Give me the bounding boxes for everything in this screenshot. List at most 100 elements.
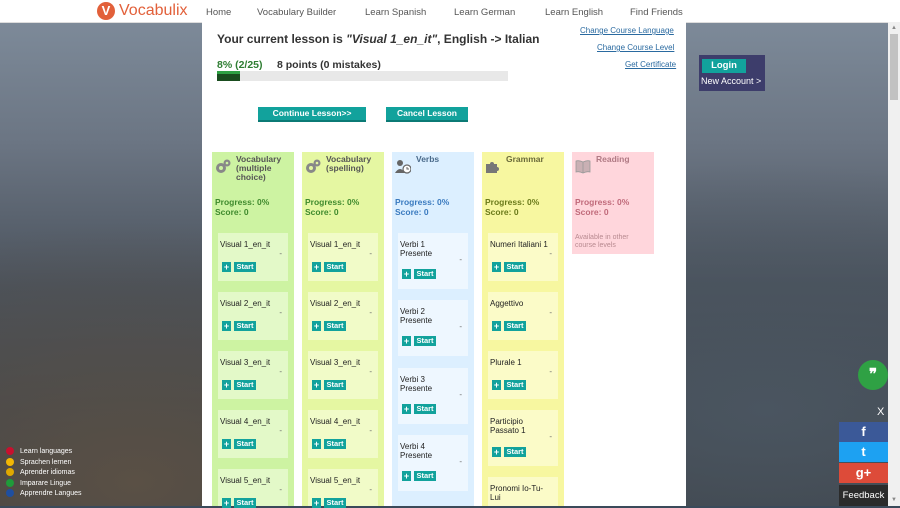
lesson-card[interactable]: Visual 1_en_it - + Start: [308, 233, 378, 281]
nav-find-friends[interactable]: Find Friends: [630, 0, 683, 22]
add-icon[interactable]: +: [222, 380, 231, 390]
add-icon[interactable]: +: [222, 262, 231, 272]
lesson-card[interactable]: Visual 4_en_it - + Start: [308, 410, 378, 458]
scroll-up-arrow-icon[interactable]: ▲: [888, 22, 900, 34]
add-icon[interactable]: +: [312, 380, 321, 390]
facebook-icon[interactable]: f: [839, 422, 888, 442]
start-button[interactable]: Start: [504, 447, 526, 457]
points-text: 8 points (0 mistakes): [277, 59, 381, 71]
add-icon[interactable]: +: [312, 498, 321, 508]
start-button[interactable]: Start: [234, 439, 256, 449]
twitter-icon[interactable]: t: [839, 442, 888, 462]
start-button[interactable]: Start: [504, 380, 526, 390]
new-account-link[interactable]: New Account >: [701, 76, 761, 86]
cancel-lesson-button[interactable]: Cancel Lesson: [386, 107, 468, 122]
lesson-card[interactable]: Verbi 2 Presente - + Start: [398, 300, 468, 356]
language-link[interactable]: Sprachen lernen: [6, 457, 82, 469]
start-button[interactable]: Start: [234, 321, 256, 331]
lesson-card-status: -: [459, 322, 462, 331]
lesson-card-status: -: [459, 457, 462, 466]
add-icon[interactable]: +: [492, 380, 501, 390]
login-button[interactable]: Login: [702, 59, 746, 73]
language-link[interactable]: Learn languages: [6, 447, 82, 458]
lesson-card-status: -: [369, 249, 372, 258]
lesson-card[interactable]: Visual 4_en_it - + Start: [218, 410, 288, 458]
lesson-card[interactable]: Visual 5_en_it - + Start: [218, 469, 288, 508]
scroll-down-arrow-icon[interactable]: ▼: [888, 494, 900, 506]
add-icon[interactable]: +: [492, 321, 501, 331]
feedback-button[interactable]: Feedback: [839, 485, 888, 506]
start-button[interactable]: Start: [504, 262, 526, 272]
start-button[interactable]: Start: [414, 336, 436, 346]
lesson-card[interactable]: Participio Passato 1 - + Start: [488, 410, 558, 466]
add-icon[interactable]: +: [222, 321, 231, 331]
lesson-card-status: -: [549, 367, 552, 376]
lesson-card-title: Visual 3_en_it: [310, 358, 361, 367]
nav-vocabulary-builder[interactable]: Vocabulary Builder: [257, 0, 336, 22]
lesson-card[interactable]: Verbi 3 Presente - + Start: [398, 368, 468, 424]
add-icon[interactable]: +: [402, 404, 411, 414]
chat-quote-icon[interactable]: ❞: [858, 360, 888, 390]
lesson-card[interactable]: Visual 3_en_it - + Start: [308, 351, 378, 399]
language-link[interactable]: Aprender idiomas: [6, 468, 82, 479]
change-course-language-link[interactable]: Change Course Language: [580, 26, 674, 35]
add-icon[interactable]: +: [492, 262, 501, 272]
start-button[interactable]: Start: [324, 439, 346, 449]
start-button[interactable]: Start: [504, 321, 526, 331]
lesson-card-title: Verbi 3 Presente: [400, 375, 433, 393]
lesson-card[interactable]: Pronomi Io-Tu-Lui: [488, 477, 558, 506]
change-course-level-link[interactable]: Change Course Level: [597, 43, 674, 52]
lesson-card[interactable]: Verbi 1 Presente - + Start: [398, 233, 468, 289]
nav-learn-spanish[interactable]: Learn Spanish: [365, 0, 426, 22]
scrollbar-thumb[interactable]: [890, 34, 898, 100]
get-certificate-link[interactable]: Get Certificate: [625, 60, 676, 69]
lesson-card-title: Visual 1_en_it: [220, 240, 271, 249]
lesson-card-status: -: [549, 432, 552, 441]
language-link[interactable]: Apprendre Langues: [6, 489, 82, 500]
lesson-card[interactable]: Visual 1_en_it - + Start: [218, 233, 288, 281]
add-icon[interactable]: +: [222, 439, 231, 449]
add-icon[interactable]: +: [312, 262, 321, 272]
lesson-card-status: -: [369, 485, 372, 494]
nav-learn-english[interactable]: Learn English: [545, 0, 603, 22]
continue-lesson-button[interactable]: Continue Lesson>>: [258, 107, 366, 122]
add-icon[interactable]: +: [312, 321, 321, 331]
nav-home[interactable]: Home: [206, 0, 231, 22]
start-button[interactable]: Start: [324, 380, 346, 390]
google-plus-icon[interactable]: g+: [839, 463, 888, 483]
top-bar: V Vocabulix Home Vocabulary Builder Lear…: [0, 0, 900, 23]
start-button[interactable]: Start: [324, 321, 346, 331]
add-icon[interactable]: +: [222, 498, 231, 508]
start-button[interactable]: Start: [324, 498, 346, 508]
start-button[interactable]: Start: [234, 262, 256, 272]
start-button[interactable]: Start: [414, 269, 436, 279]
category-reading: Reading Progress: 0% Score: 0 Available i…: [572, 152, 654, 254]
start-button[interactable]: Start: [324, 262, 346, 272]
add-icon[interactable]: +: [312, 439, 321, 449]
lesson-card[interactable]: Visual 3_en_it - + Start: [218, 351, 288, 399]
start-button[interactable]: Start: [234, 380, 256, 390]
add-icon[interactable]: +: [492, 447, 501, 457]
start-button[interactable]: Start: [414, 404, 436, 414]
lesson-card[interactable]: Verbi 4 Presente - + Start: [398, 435, 468, 491]
lesson-card[interactable]: Aggettivo - + Start: [488, 292, 558, 340]
logo-icon: V: [97, 2, 115, 20]
progress-bar: [217, 71, 508, 81]
lesson-card[interactable]: Numeri Italiani 1 - + Start: [488, 233, 558, 281]
uk-flag-icon: [6, 447, 14, 455]
add-icon[interactable]: +: [402, 336, 411, 346]
lesson-card[interactable]: Visual 5_en_it - + Start: [308, 469, 378, 508]
nav-learn-german[interactable]: Learn German: [454, 0, 515, 22]
add-icon[interactable]: +: [402, 471, 411, 481]
logo[interactable]: V Vocabulix: [97, 1, 188, 21]
lesson-card[interactable]: Visual 2_en_it - + Start: [308, 292, 378, 340]
lesson-card[interactable]: Visual 2_en_it - + Start: [218, 292, 288, 340]
add-icon[interactable]: +: [402, 269, 411, 279]
lesson-language-pair: , English -> Italian: [437, 32, 540, 46]
start-button[interactable]: Start: [234, 498, 256, 508]
language-link[interactable]: Imparare Lingue: [6, 478, 82, 490]
lesson-card[interactable]: Plurale 1 - + Start: [488, 351, 558, 399]
lesson-card-title: Pronomi Io-Tu-Lui: [490, 484, 544, 502]
start-button[interactable]: Start: [414, 471, 436, 481]
close-icon[interactable]: X: [877, 406, 884, 418]
